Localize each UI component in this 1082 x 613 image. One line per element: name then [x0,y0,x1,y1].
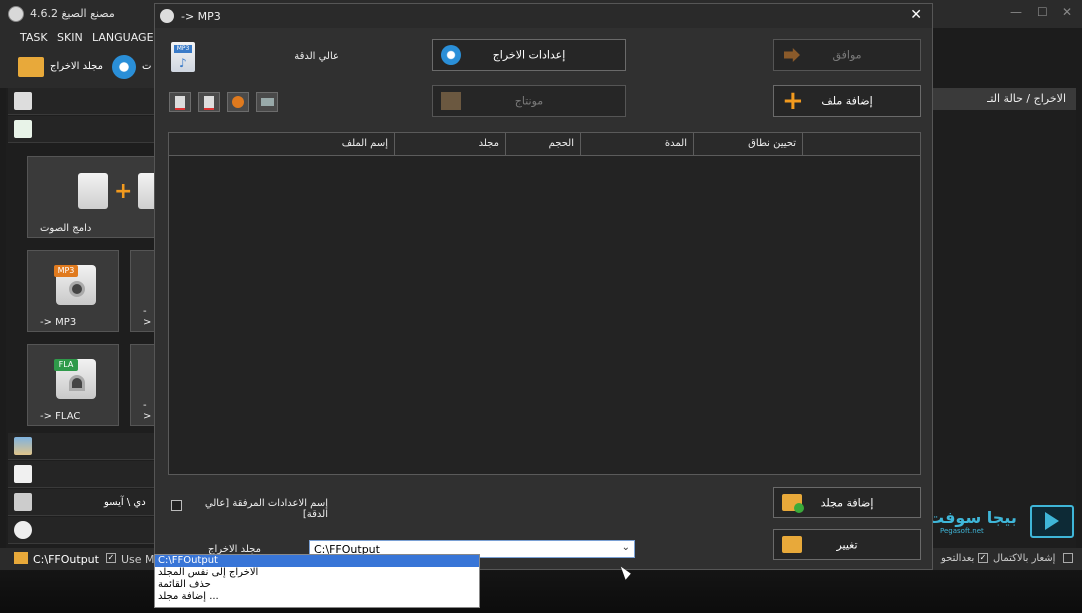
mp3-format-icon: MP3 ♪ [171,42,195,72]
file-remove-glyph [175,96,185,110]
output-settings-label: إعدادات الاخراج [492,48,566,62]
sidebar-item-audio[interactable] [8,116,154,143]
mp3-format-badge: MP3 [174,45,192,53]
plus-icon: + [114,179,133,204]
tile-label: دامج الصوت [40,223,92,234]
tile-label: -> [143,306,152,328]
gear-icon[interactable] [112,55,136,79]
info-glyph [261,98,274,106]
quality-label[interactable]: عالي الدقة [263,51,339,62]
play-preview-icon[interactable] [227,92,249,112]
tile-label: -> MP3 [40,317,77,328]
column-filename[interactable]: إسم الملف [169,133,395,155]
dialog-close-icon[interactable]: ✕ [910,7,922,23]
tile-label: -> FLAC [40,411,81,422]
output-status-header: الاخراج / حالة التـ [930,88,1076,110]
dialog-title: -> MP3 [181,10,221,23]
tile-partial-2[interactable]: -> [130,344,155,426]
film-icon [14,92,32,110]
status-output-path[interactable]: C:\FFOutput [33,553,99,566]
output-status-panel [930,110,1076,548]
status-notify-label: إشعار بالاكتمال [993,553,1056,564]
ok-label: موافق [832,48,862,62]
tile-to-flac[interactable]: FLA -> FLAC [27,344,119,426]
menu-skin[interactable]: SKIN [57,31,83,44]
minimize-icon[interactable]: — [1010,5,1022,19]
tile-label: -> [143,400,152,422]
status-after-label: بعدالتحو [941,553,975,564]
column-extra[interactable] [803,133,920,155]
main-window-title: مصنع الصيغ 4.6.2 [30,7,115,20]
sidebar-item-disc[interactable]: دي \ آيسو [8,489,154,516]
menu-language[interactable]: LANGUAGE [92,31,154,44]
document-icon [14,465,32,483]
app-logo-icon [8,6,24,22]
clear-list-icon[interactable] [198,92,220,112]
picture-icon [14,437,32,455]
watermark-subtext: Pegasoft.net [940,527,984,535]
convert-dialog: -> MP3 ✕ MP3 ♪ عالي الدقة إعدادات الاخرا… [154,3,933,570]
music-file-icon [78,173,108,209]
disc-drive-icon [14,493,32,511]
music-note-icon: ♪ [179,56,187,70]
attach-settings-label[interactable]: إسم الاعدادات المرفقة [عالي الدقة] [186,498,328,520]
ok-button[interactable]: موافق [773,39,921,71]
column-clip-range[interactable]: تحيين نطاق [694,133,803,155]
dialog-logo-icon [160,9,174,23]
sidebar-item-video[interactable] [8,88,154,115]
film-reel-icon [14,521,32,539]
play-circle-glyph [232,96,244,108]
menu-task[interactable]: TASK [20,31,48,44]
column-folder[interactable]: مجلد [395,133,506,155]
sidebar-item-document[interactable] [8,461,154,488]
toolbar-output-folder-label[interactable]: مجلد الاخراج [50,61,103,72]
toolbar-settings-label[interactable]: ت [142,61,151,72]
sidebar-disc-label: دي \ آيسو [104,497,146,508]
list-clear-glyph [204,96,214,110]
tile-to-mp3[interactable]: MP3 -> MP3 [27,250,119,332]
chevron-down-icon[interactable]: ⌄ [622,542,630,553]
close-main-icon[interactable]: ✕ [1062,5,1072,19]
status-extra-checkbox[interactable] [1063,553,1073,563]
speaker-icon [69,281,85,297]
play-icon [1045,512,1059,530]
montage-label: مونتاج [514,94,544,108]
flac-badge: FLA [54,359,78,371]
dropdown-option[interactable]: إضافة مجلد ... [155,591,479,603]
remove-file-icon[interactable] [169,92,191,112]
add-folder-button[interactable]: إضافة مجلد [773,487,921,518]
headphones-icon [69,375,85,391]
file-list-table[interactable]: إسم الملف مجلد الحجم المدة تحيين نطاق [168,132,921,475]
sidebar-item-utilities[interactable] [8,517,154,544]
dialog-titlebar [155,4,932,28]
maximize-icon[interactable]: ☐ [1037,5,1048,19]
output-settings-button[interactable]: إعدادات الاخراج [432,39,626,71]
dropdown-option[interactable]: C:\FFOutput [155,555,479,567]
montage-button[interactable]: مونتاج [432,85,626,117]
attach-settings-checkbox[interactable] [171,500,182,511]
media-info-icon[interactable] [256,92,278,112]
table-header: إسم الملف مجلد الحجم المدة تحيين نطاق [169,133,920,156]
tile-audio-joiner[interactable]: + دامج الصوت [27,156,156,238]
output-folder-dropdown[interactable]: C:\FFOutput الاخراج إلى نفس المجلد حذف ا… [154,554,480,608]
music-icon [14,120,32,138]
mp3-badge: MP3 [54,265,78,277]
dropdown-option[interactable]: الاخراج إلى نفس المجلد [155,567,479,579]
change-label: تغيير [836,538,858,551]
add-file-label: إضافة ملف [821,94,873,108]
notify-checkbox[interactable]: ✓ [978,553,988,563]
folder-icon[interactable] [18,57,44,77]
change-button[interactable]: تغيير [773,529,921,560]
status-use-label: Use M [121,553,155,566]
column-duration[interactable]: المدة [581,133,694,155]
watermark-text: بيجا سوفت [928,508,1017,527]
add-file-button[interactable]: + إضافة ملف [773,85,921,117]
status-folder-icon[interactable] [14,552,28,564]
dropdown-option[interactable]: حذف القائمة [155,579,479,591]
sidebar-item-picture[interactable] [8,433,154,460]
use-checkbox[interactable]: ✓ [106,553,116,563]
tile-partial[interactable]: -> [130,250,155,332]
column-size[interactable]: الحجم [506,133,581,155]
add-folder-label: إضافة مجلد [820,496,874,509]
